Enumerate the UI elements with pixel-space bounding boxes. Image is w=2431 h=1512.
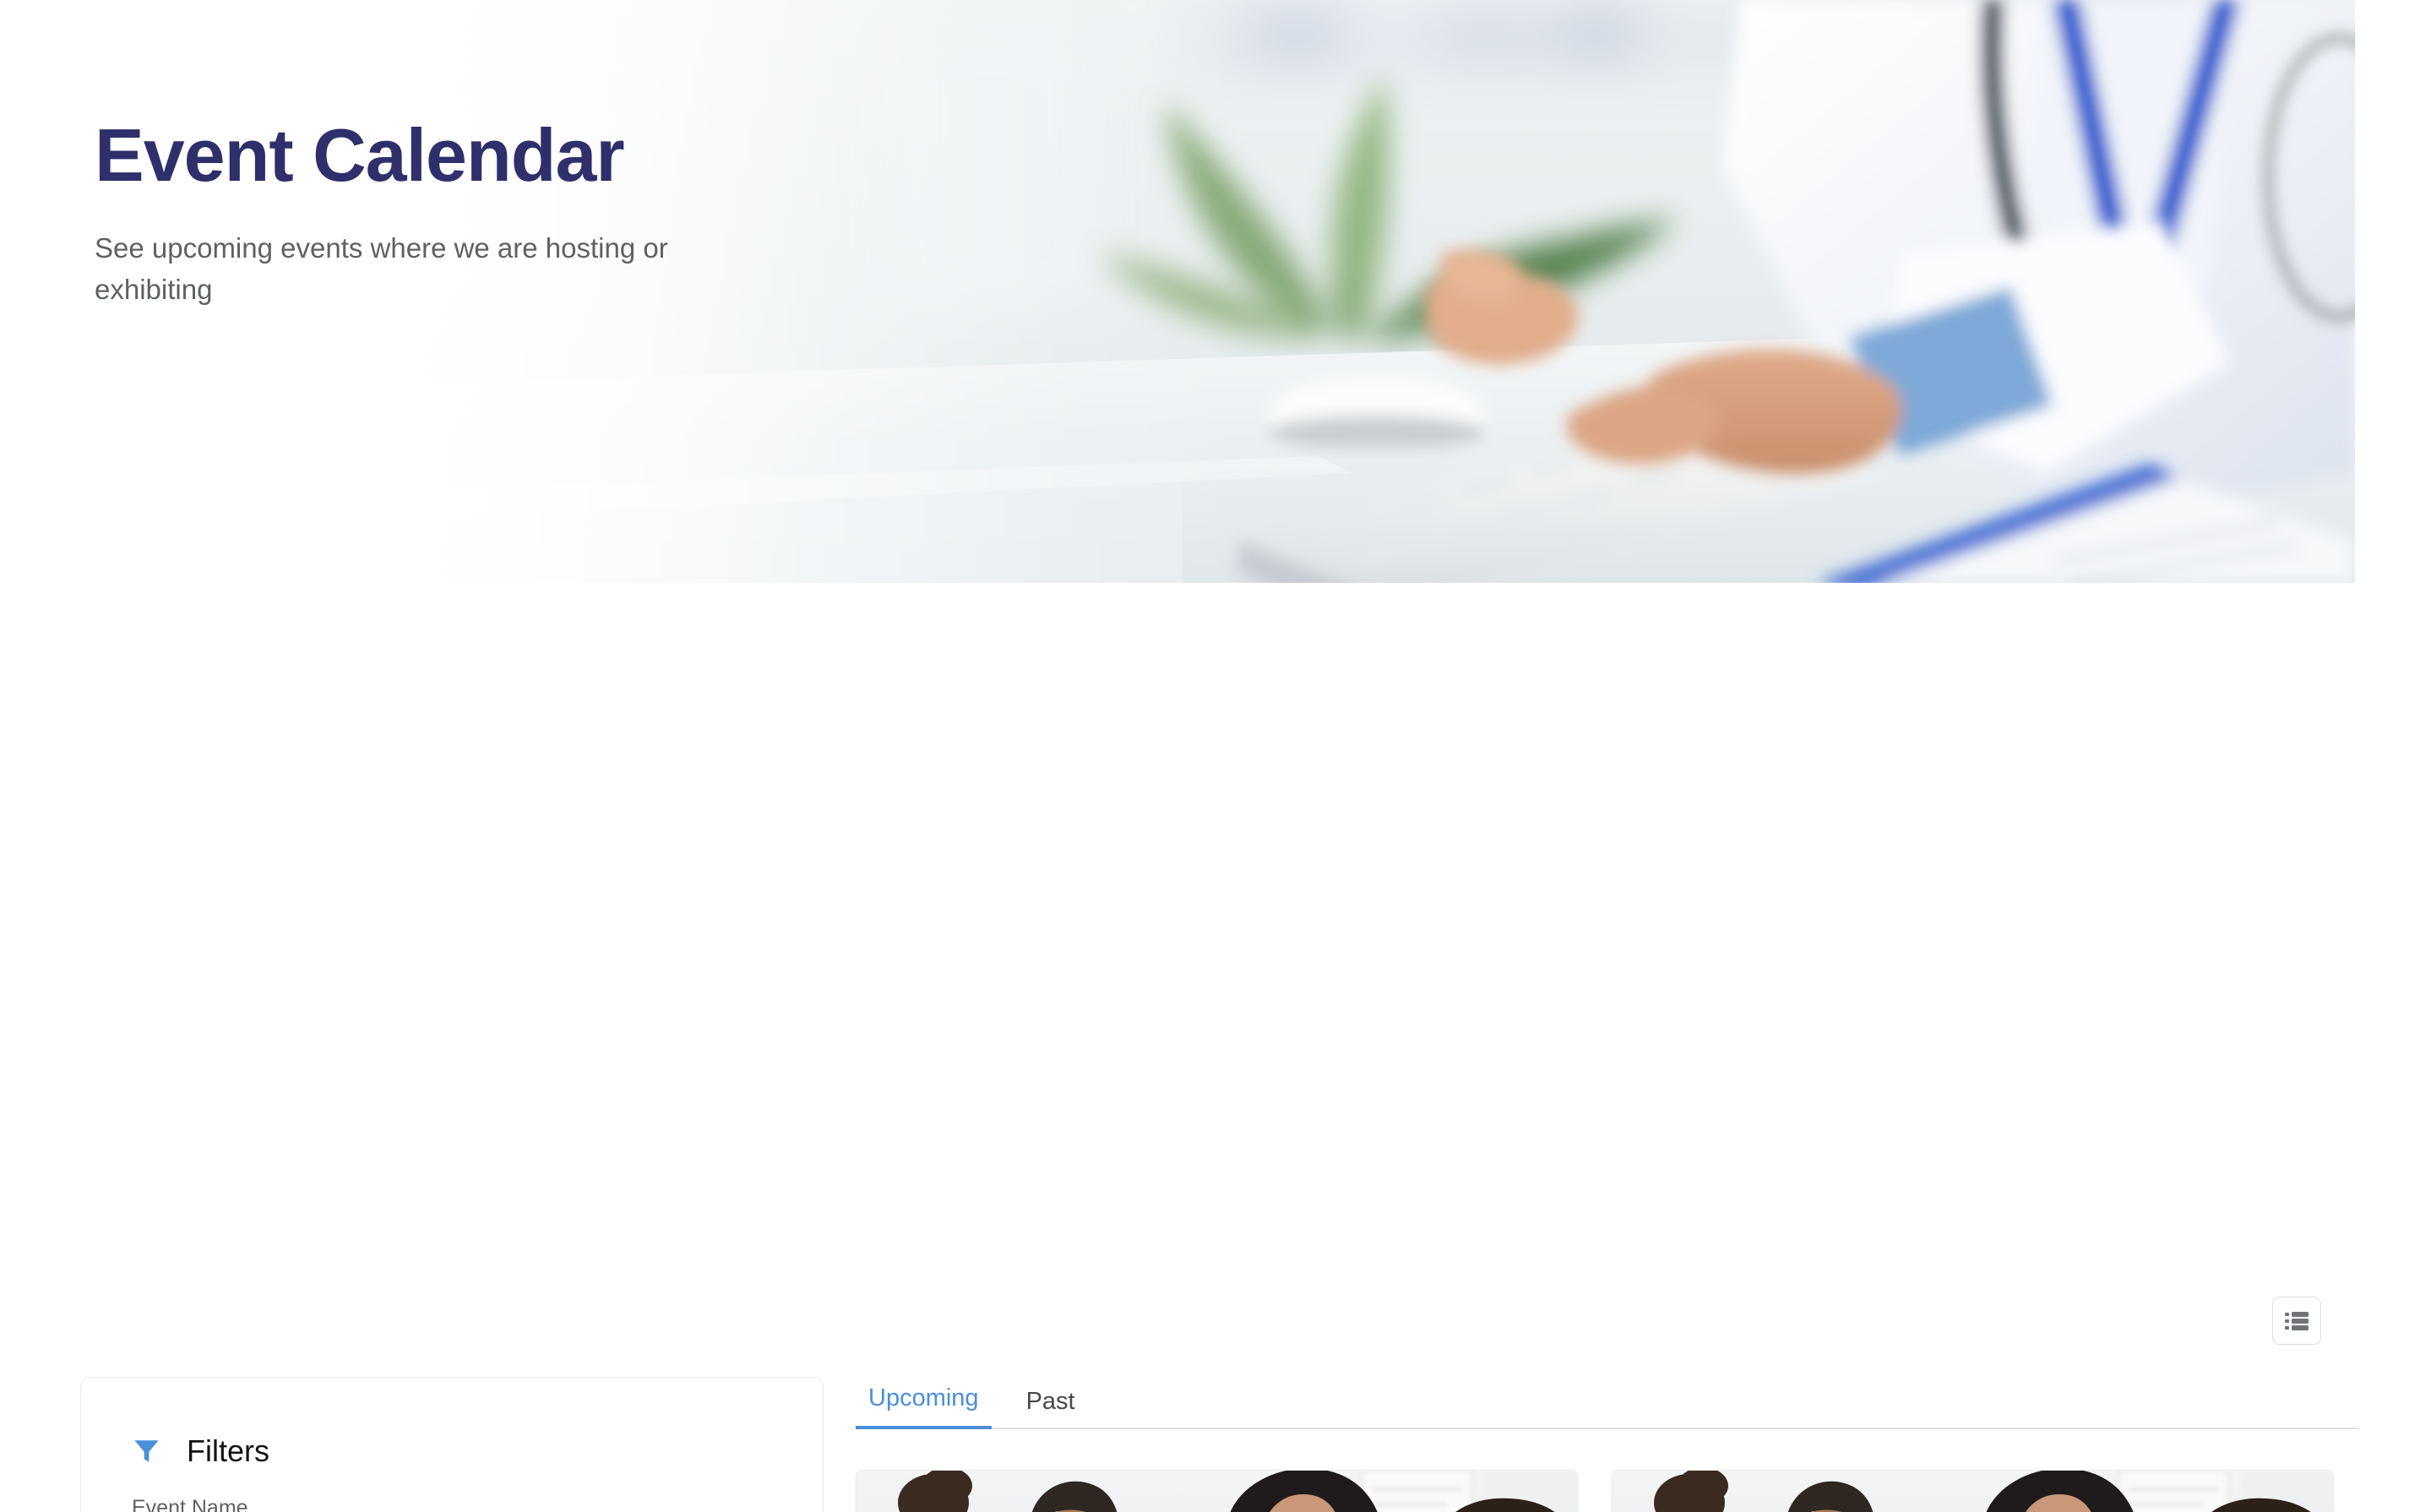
hero-banner: Event Calendar See upcoming events where… [0, 0, 2431, 583]
events-grid: Fri, Nov 01, 2024, 11:00 AM - Tue, Nov 0… [856, 1470, 2359, 1512]
funnel-icon [132, 1437, 161, 1466]
page-subtitle: See upcoming events where we are hosting… [95, 232, 668, 305]
event-card-image [1613, 1471, 2333, 1512]
hero-text-block: Event Calendar See upcoming events where… [95, 118, 855, 311]
tab-upcoming[interactable]: Upcoming [856, 1384, 992, 1429]
event-name-label: Event Name [132, 1496, 248, 1512]
filters-panel: Filters Event Name Description Event Typ… [80, 1377, 824, 1512]
list-view-icon [2285, 1311, 2309, 1330]
filter-field-event-name: Event Name [81, 1496, 823, 1512]
filters-title: Filters [187, 1433, 269, 1468]
tab-past[interactable]: Past [1014, 1388, 1088, 1429]
list-view-toggle-button[interactable] [2272, 1297, 2321, 1345]
filters-header: Filters [81, 1378, 823, 1469]
page-title: Event Calendar [95, 113, 625, 197]
events-main: Upcoming Past [856, 1377, 2359, 1512]
page-body: Filters Event Name Description Event Typ… [0, 583, 2431, 1512]
event-card[interactable]: Tue, Dec 10, 2024, 11:00 AM - Sat, Dec 1… [1612, 1470, 2334, 1512]
event-card-image [857, 1471, 1577, 1512]
events-tabs: Upcoming Past [856, 1377, 2359, 1429]
event-card[interactable]: Fri, Nov 01, 2024, 11:00 AM - Tue, Nov 0… [856, 1470, 1578, 1512]
